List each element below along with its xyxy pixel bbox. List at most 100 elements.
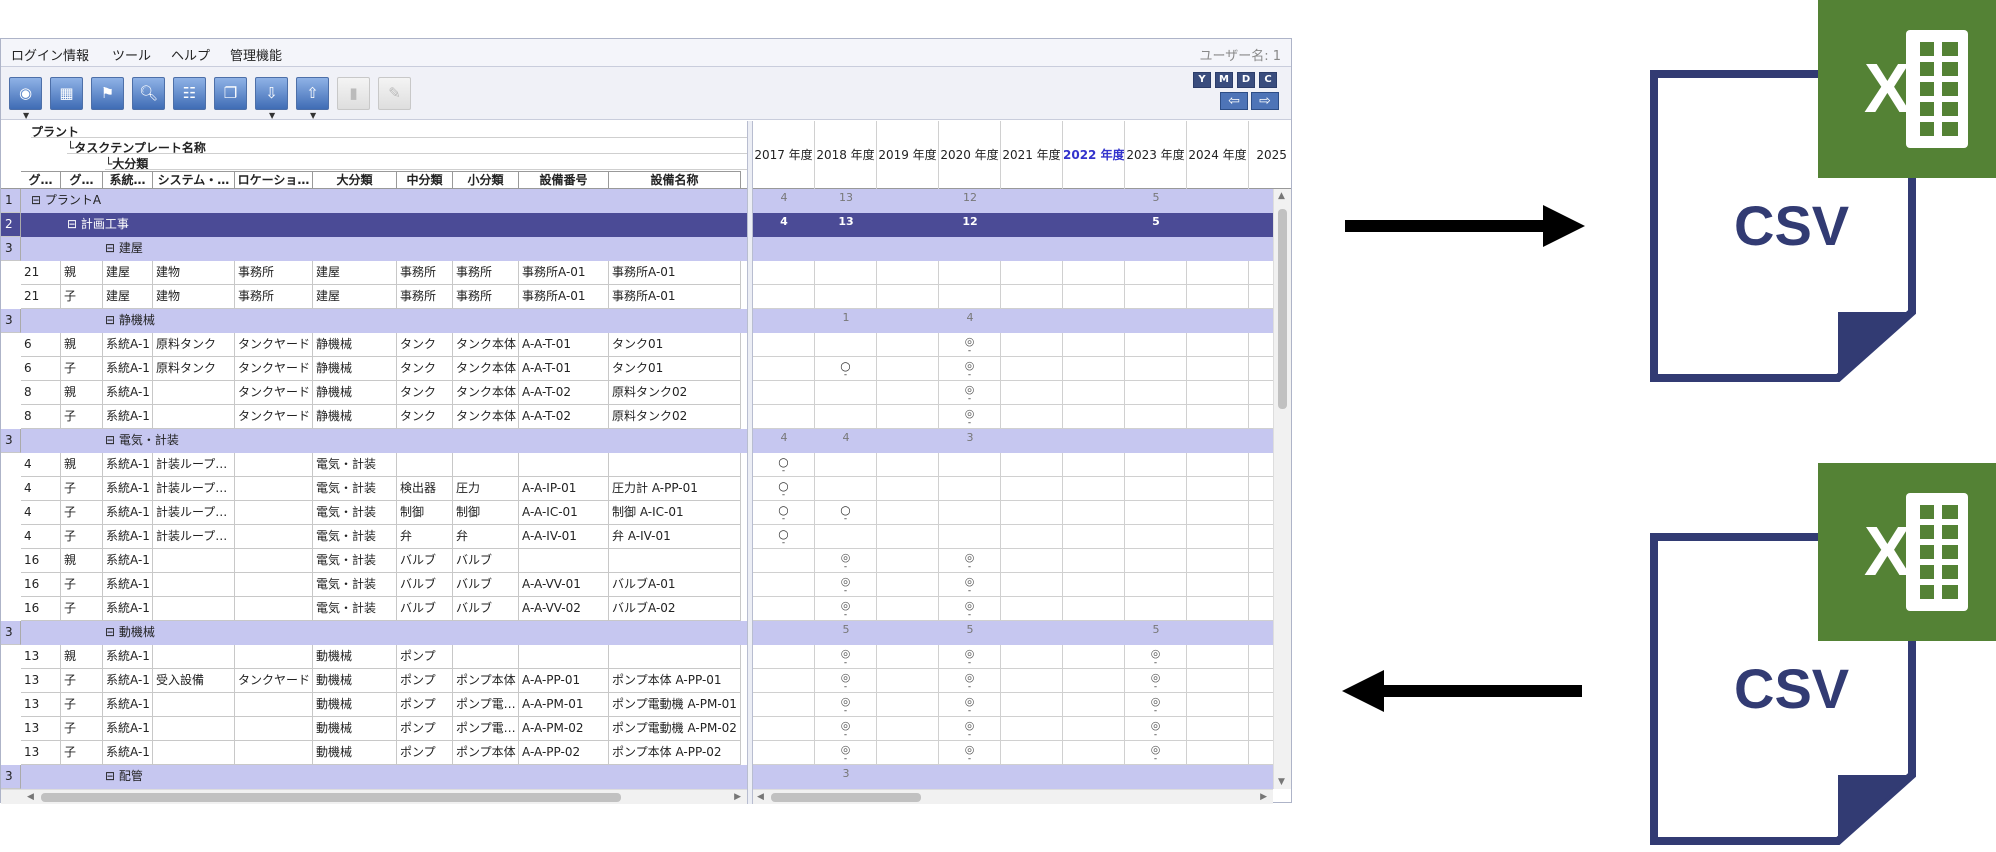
timeline-cell[interactable]: ◎ - — [815, 597, 877, 621]
planned-double-circle-mark[interactable]: ◎ - — [939, 384, 1000, 404]
search-icon[interactable]: 🔍︎ — [132, 77, 165, 110]
table-row[interactable]: 13 子系統A-1 受入設備 タンクヤード 動機械 ポンプ ポンプ本体 A-A-PP-01 ポン… — [1, 669, 747, 693]
planned-double-circle-mark[interactable]: ◎ - — [939, 600, 1000, 620]
planned-circle-mark[interactable]: ○ - — [815, 360, 876, 380]
timeline-cell[interactable] — [1187, 741, 1249, 765]
planned-double-circle-mark[interactable]: ◎ - — [1125, 672, 1186, 692]
group-row[interactable]: 2 ⊟ 計画工事 — [1, 213, 747, 237]
timeline-cell[interactable]: ◎ - — [1125, 669, 1187, 693]
timeline-cell[interactable] — [815, 333, 877, 357]
timeline-cell[interactable] — [815, 525, 877, 549]
table-row[interactable]: 16 子系統A-1 電気・計装 バルブ バルブ A-A-VV-01 バルブA-01 — [1, 573, 747, 597]
table-row[interactable]: 4 子系統A-1 計装ループ… 電気・計装 制御 制御 A-A-IC-01 制御 A-IC-0… — [1, 501, 747, 525]
timeline-cell[interactable] — [939, 477, 1001, 501]
timeline-cell[interactable] — [1001, 597, 1063, 621]
table-row[interactable]: 8 親系統A-1 タンクヤード 静機械 タンク タンク本体 A-A-T-02 原料タンク02 — [1, 381, 747, 405]
timeline-cell[interactable] — [815, 261, 877, 285]
timeline-cell[interactable] — [1001, 333, 1063, 357]
menu-login-info[interactable]: ログイン情報 — [11, 45, 89, 64]
timeline-cell[interactable]: ◎ - — [939, 645, 1001, 669]
timeline-cell[interactable] — [1063, 261, 1125, 285]
planned-double-circle-mark[interactable]: ◎ - — [939, 696, 1000, 716]
column-header[interactable]: 設備名称 — [609, 171, 741, 189]
group-label[interactable]: ⊟ 計画工事 — [67, 213, 129, 236]
timeline-cell[interactable]: ○ - — [753, 501, 815, 525]
timeline-cell[interactable] — [1125, 525, 1187, 549]
timeline-cell[interactable] — [877, 525, 939, 549]
timeline-cell[interactable] — [877, 501, 939, 525]
timeline-cell[interactable] — [877, 573, 939, 597]
timeline-cell[interactable] — [877, 645, 939, 669]
timeline-cell[interactable] — [1187, 693, 1249, 717]
group-label[interactable]: ⊟ プラントA — [31, 189, 101, 212]
timeline-cell[interactable] — [1187, 477, 1249, 501]
timeline-cell[interactable] — [1001, 477, 1063, 501]
planned-double-circle-mark[interactable]: ◎ - — [815, 600, 876, 620]
import-icon[interactable]: ⇩ — [255, 77, 288, 110]
timeline-cell[interactable] — [1125, 573, 1187, 597]
timeline-cell[interactable] — [1125, 597, 1187, 621]
planned-double-circle-mark[interactable]: ◎ - — [939, 336, 1000, 356]
timeline-cell[interactable] — [753, 261, 815, 285]
timeline-cell[interactable] — [1125, 261, 1187, 285]
table-row[interactable]: 8 子系統A-1 タンクヤード 静機械 タンク タンク本体 A-A-T-02 原料タンク02 — [1, 405, 747, 429]
timeline-cell[interactable]: ◎ - — [939, 333, 1001, 357]
column-header[interactable]: 中分類 — [397, 171, 453, 189]
timeline-cell[interactable] — [1001, 741, 1063, 765]
timeline-cell[interactable]: ◎ - — [815, 717, 877, 741]
timeline-cell[interactable] — [815, 453, 877, 477]
group-row[interactable]: 3 ⊟ 電気・計装 — [1, 429, 747, 453]
timeline-cell[interactable] — [1187, 333, 1249, 357]
timeline-cell[interactable]: ○ - — [815, 357, 877, 381]
timeline-horizontal-scrollbar[interactable]: ◀ ▶ — [753, 789, 1273, 804]
timeline-cell[interactable] — [877, 717, 939, 741]
group-row[interactable]: 3 ⊟ 建屋 — [1, 237, 747, 261]
timeline-cell[interactable]: ◎ - — [815, 693, 877, 717]
timeline-cell[interactable]: ◎ - — [939, 357, 1001, 381]
vertical-scrollbar[interactable]: ▲ ▼ — [1273, 189, 1291, 789]
planned-circle-mark[interactable]: ○ - — [753, 528, 814, 548]
table-row[interactable]: 4 子系統A-1 計装ループ… 電気・計装弁弁 A-A-IV-01 弁 A-IV-01 — [1, 525, 747, 549]
timeline-cell[interactable] — [1063, 525, 1125, 549]
group-label[interactable]: ⊟ 電気・計装 — [105, 429, 179, 452]
timeline-cell[interactable] — [1063, 357, 1125, 381]
timeline-cell[interactable] — [1001, 525, 1063, 549]
timeline-cell[interactable] — [1187, 357, 1249, 381]
timeline-cell[interactable]: ◎ - — [815, 549, 877, 573]
timeline-cell[interactable] — [1063, 645, 1125, 669]
timeline-cell[interactable] — [1063, 381, 1125, 405]
timeline-cell[interactable] — [1001, 501, 1063, 525]
view-icon[interactable]: ◉ — [9, 77, 42, 110]
table-row[interactable]: 4 子系統A-1 計装ループ… 電気・計装 検出器 圧力 A-A-IP-01 圧力計 A-PP… — [1, 477, 747, 501]
table-row[interactable]: 21 親建屋 建物 事務所 建屋 事務所 事務所 事務所A-01 事務所A-01 — [1, 261, 747, 285]
timeline-cell[interactable] — [1187, 525, 1249, 549]
scale-year-button[interactable]: Y — [1193, 72, 1211, 88]
timeline-cell[interactable] — [1063, 477, 1125, 501]
timeline-cell[interactable] — [1063, 693, 1125, 717]
timeline-cell[interactable]: ◎ - — [815, 741, 877, 765]
filter-icon[interactable]: ⚑ — [91, 77, 124, 110]
timeline-cell[interactable] — [1063, 573, 1125, 597]
timeline-cell[interactable] — [753, 381, 815, 405]
group-label[interactable]: ⊟ 配管 — [105, 765, 143, 788]
timeline-cell[interactable] — [1063, 717, 1125, 741]
group-label[interactable]: ⊟ 建屋 — [105, 237, 143, 260]
timeline-cell[interactable]: ◎ - — [815, 645, 877, 669]
planned-double-circle-mark[interactable]: ◎ - — [815, 720, 876, 740]
timeline-cell[interactable]: ◎ - — [939, 381, 1001, 405]
scale-day-button[interactable]: D — [1237, 72, 1255, 88]
timeline-cell[interactable] — [753, 549, 815, 573]
timeline-cell[interactable]: ◎ - — [815, 669, 877, 693]
timeline-cell[interactable] — [877, 549, 939, 573]
column-header[interactable]: グ… — [61, 171, 103, 189]
timeline-cell[interactable] — [1001, 405, 1063, 429]
column-header[interactable]: 小分類 — [453, 171, 519, 189]
planned-double-circle-mark[interactable]: ◎ - — [815, 552, 876, 572]
timeline-cell[interactable] — [1187, 717, 1249, 741]
timeline-cell[interactable]: ◎ - — [939, 717, 1001, 741]
column-header[interactable]: 大分類 — [313, 171, 397, 189]
timeline-cell[interactable] — [1063, 741, 1125, 765]
scale-custom-button[interactable]: C — [1259, 72, 1277, 88]
timeline-cell[interactable]: ○ - — [753, 525, 815, 549]
table-row[interactable]: 6 子系統A-1 原料タンク タンクヤード 静機械 タンク タンク本体 A-A-T-01 タンク… — [1, 357, 747, 381]
